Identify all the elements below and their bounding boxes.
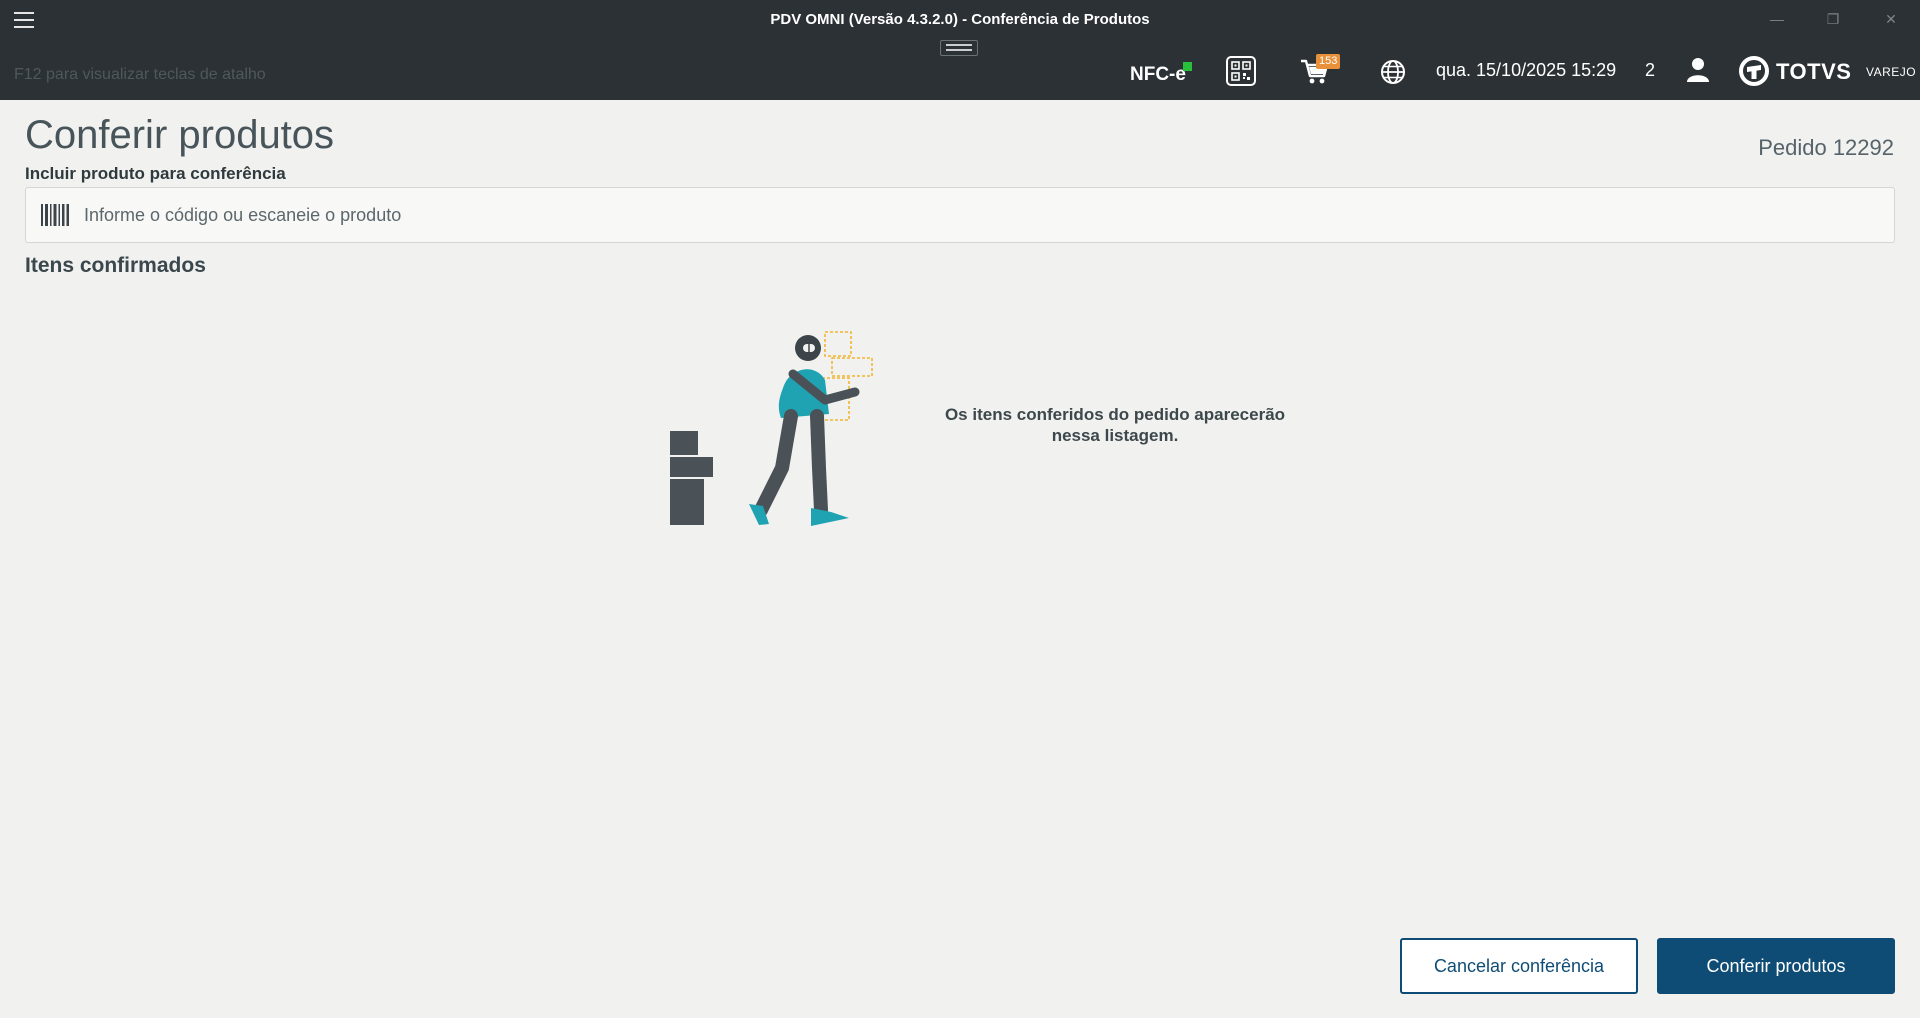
shortcut-hint: F12 para visualizar teclas de atalho [14, 66, 266, 83]
user-icon[interactable] [1686, 57, 1710, 88]
restore-button[interactable]: ❐ [1818, 8, 1848, 30]
minimize-button[interactable]: — [1762, 8, 1792, 30]
barcode-icon [41, 204, 69, 231]
product-code-input[interactable] [84, 198, 1864, 232]
confirm-products-button[interactable]: Conferir produtos [1657, 938, 1895, 994]
brand-subtitle: VAREJO [1866, 65, 1917, 79]
window-title: PDV OMNI (Versão 4.3.2.0) - Conferência … [770, 11, 1150, 28]
nfce-status[interactable]: NFC-e [1130, 62, 1192, 86]
cart-icon[interactable]: 153 [1300, 54, 1341, 91]
close-button[interactable]: ✕ [1876, 8, 1906, 30]
totvs-logo: TOTVS VAREJO [1738, 55, 1916, 87]
nfce-label: NFC-e [1130, 64, 1186, 85]
cart-count-badge: 153 [1316, 54, 1341, 69]
empty-state-illustration [665, 328, 885, 533]
qr-code-icon[interactable] [1226, 56, 1256, 91]
user-count: 2 [1645, 60, 1656, 80]
status-online-icon [1182, 62, 1192, 71]
title-bar: PDV OMNI (Versão 4.3.2.0) - Conferência … [0, 0, 1920, 40]
datetime-display: qua. 15/10/2025 15:29 [1436, 60, 1617, 80]
empty-state-message: Os itens conferidos do pedido aparecerão… [944, 405, 1286, 445]
confirmed-items-heading: Itens confirmados [25, 254, 206, 277]
globe-icon[interactable] [1380, 59, 1406, 90]
product-search-field[interactable] [25, 187, 1895, 243]
include-product-label: Incluir produto para conferência [25, 164, 286, 183]
page-title: Conferir produtos [25, 113, 335, 157]
order-number: Pedido 12292 [1758, 135, 1894, 160]
totvs-logo-icon [1739, 56, 1769, 86]
cancel-check-button[interactable]: Cancelar conferência [1400, 938, 1638, 994]
brand-name: TOTVS [1776, 59, 1852, 84]
drag-handle[interactable] [940, 40, 978, 56]
